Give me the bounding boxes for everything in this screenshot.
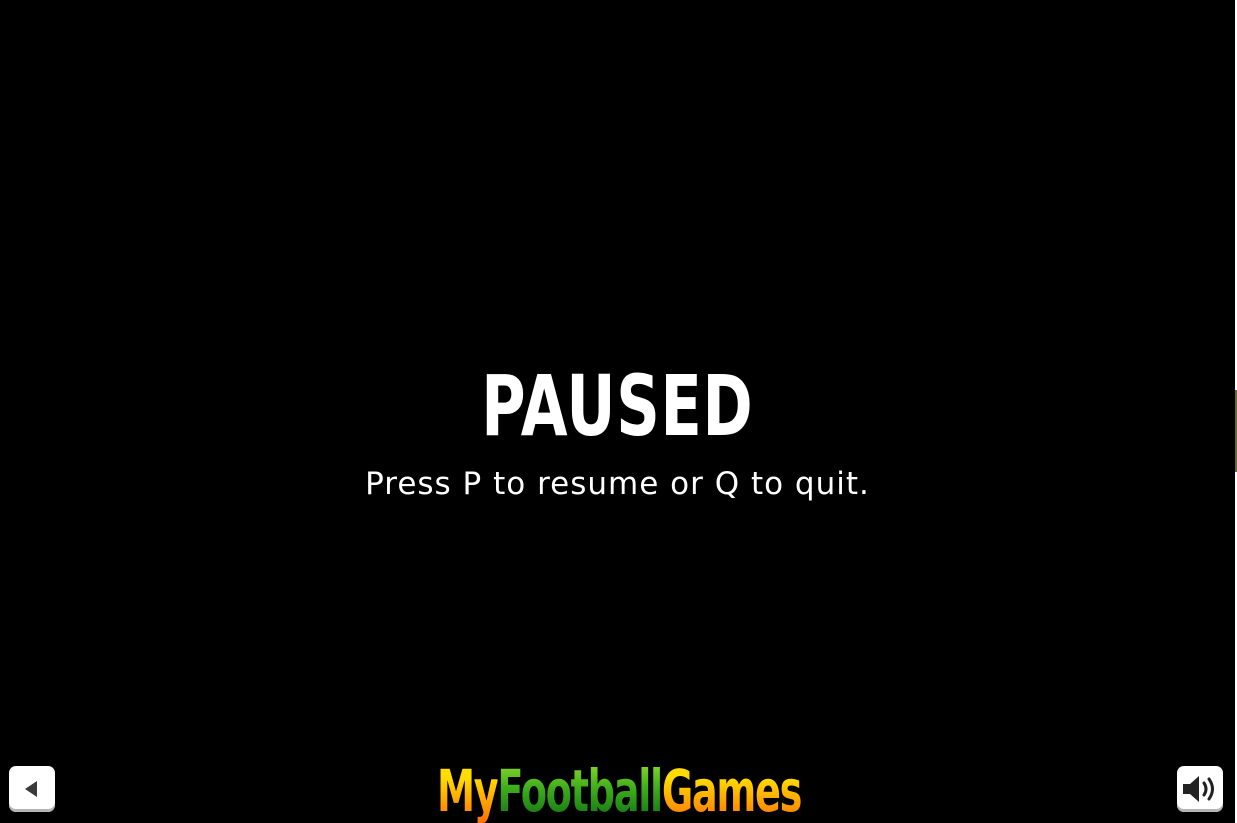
pause-instructions: Press P to resume or Q to quit. <box>365 466 870 502</box>
logo-word-games: Games <box>661 757 803 823</box>
logo-word-my: My <box>437 757 499 823</box>
triangle-left-icon <box>25 781 37 797</box>
game-canvas[interactable]: PAUSED Press P to resume or Q to quit. M… <box>0 0 1235 823</box>
speaker-volume-icon <box>1183 776 1214 802</box>
sound-toggle-button[interactable] <box>1177 766 1223 812</box>
paused-title: PAUSED <box>481 357 754 455</box>
logo-word-football: Football <box>497 757 663 823</box>
back-button[interactable] <box>9 766 55 812</box>
my-football-games-logo[interactable]: MyFootballGames <box>437 757 803 823</box>
